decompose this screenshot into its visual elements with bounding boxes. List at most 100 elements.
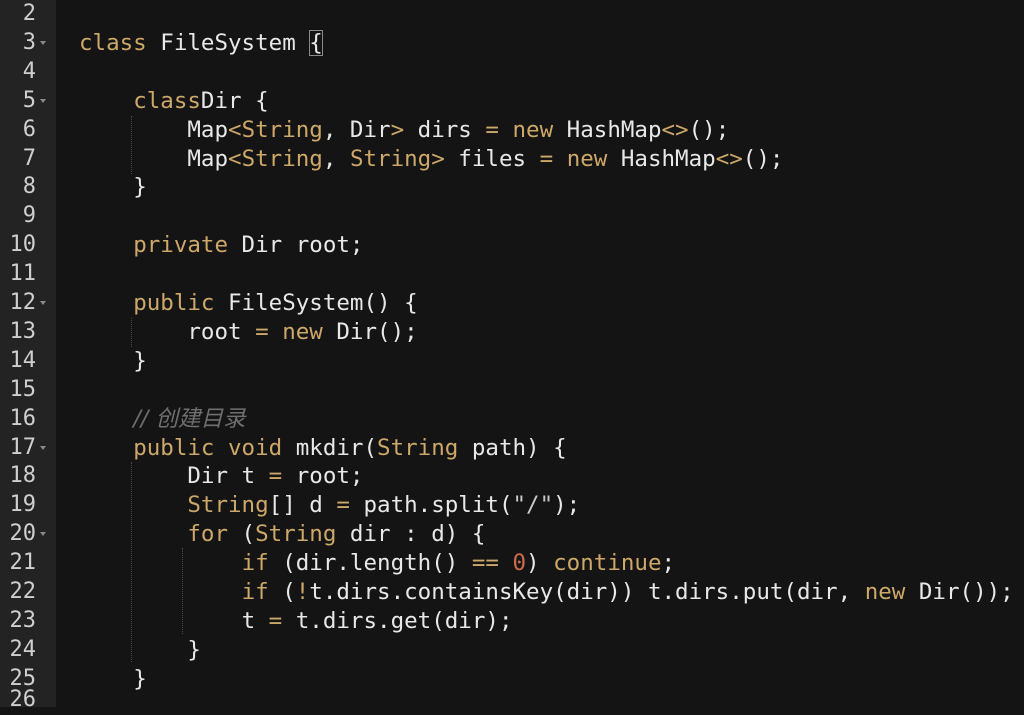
code-token: dirs [404,116,486,143]
fold-arrow-icon[interactable] [40,98,46,103]
code-text: private Dir root; [79,231,363,260]
operator: = [336,492,350,519]
code-token: mkdir( [282,434,378,461]
operator: = [255,318,269,345]
line-number: 26 [9,687,37,712]
keyword: if [241,550,269,577]
fold-arrow-icon[interactable] [40,40,46,45]
code-line-10: 10 private Dir root; [0,231,1024,260]
line-number: 23 [9,607,37,633]
code-token: (); [688,116,730,143]
line-number: 17 [9,434,37,460]
code-token: HashMap [553,116,662,143]
line-number: 5 [22,87,36,113]
line-number: 10 [9,232,37,258]
code-text: root = new Dir(); [79,318,418,347]
code-text: t = t.dirs.get(dir); [79,607,513,636]
line-number: 8 [22,174,36,200]
code-editor[interactable]: 2 3 class FileSystem { 4 5 classDir { 6 … [0,0,1024,712]
code-text: if (dir.length() == 0) continue; [79,549,676,578]
code-line-13: 13 root = new Dir(); [0,318,1024,347]
code-token: t.dirs.containsKey(dir)) t.dirs.put(dir, [309,579,865,605]
code-token: path.split( [349,492,513,519]
type: String [349,145,432,172]
keyword: if [241,579,269,605]
code-token: } [133,347,147,374]
keyword: void [228,434,283,461]
comment: // 创建目录 [133,405,246,432]
code-token: (); [742,145,784,172]
number-literal: 0 [512,550,527,577]
code-text: } [79,347,147,376]
line-number: 11 [9,261,37,287]
code-line-8: 8 } [0,173,1024,202]
code-token: root; [282,463,364,490]
code-line-11: 11 [0,260,1024,289]
code-text: class FileSystem { [79,29,323,58]
operator: < [228,145,242,172]
operator: = [539,145,554,172]
line-number: 16 [9,405,37,431]
operator: = [268,463,283,490]
keyword: class [79,29,147,56]
code-token: } [187,636,201,663]
code-line-12: 12 public FileSystem() { [0,289,1024,318]
line-number: 20 [9,521,37,547]
fold-arrow-icon[interactable] [40,532,46,537]
code-line-18: 18 Dir t = root; [0,462,1024,491]
code-token: Dir root; [228,232,364,259]
line-number: 24 [9,636,37,662]
code-line-5: 5 classDir { [0,87,1024,116]
line-number: 21 [9,550,37,576]
code-token: ( [268,579,296,605]
code-token: path) { [458,434,567,461]
code-text: for (String dir : d) { [79,520,485,549]
code-token: root [187,318,256,345]
code-token: } [133,174,147,201]
code-text: Map<String, Dir> dirs = new HashMap<>(); [79,116,729,145]
type: String [241,145,323,172]
line-number: 22 [9,579,37,604]
fold-arrow-icon[interactable] [40,301,46,305]
keyword: continue [553,550,662,577]
code-token: Dir(); [322,318,418,345]
operator: ! [295,579,310,605]
code-token: (dir.length() [268,550,472,577]
code-token: dir : d) { [336,521,486,548]
code-line-22: 22 if (!t.dirs.containsKey(dir)) t.dirs.… [0,578,1024,607]
keyword: private [133,232,229,259]
operator: <> [661,116,689,143]
code-token: Dir()); [905,579,1014,605]
operator: < [228,116,242,143]
code-token: files [444,145,540,172]
code-text: Dir t = root; [79,462,363,491]
code-line-15: 15 [0,376,1024,405]
line-number: 9 [22,203,36,229]
code-token: Dir { [200,87,269,114]
fold-arrow-icon[interactable] [40,445,46,450]
code-line-14: 14 } [0,347,1024,376]
code-line-23: 23 t = t.dirs.get(dir); [0,607,1024,636]
code-line-6: 6 Map<String, Dir> dirs = new HashMap<>(… [0,116,1024,145]
operator: <> [715,145,743,172]
operator: = [268,607,283,634]
type: String [377,434,459,461]
code-line-24: 24 } [0,636,1024,665]
code-text: Map<String, String> files = new HashMap<… [79,145,783,174]
code-line-21: 21 if (dir.length() == 0) continue; [0,549,1024,578]
keyword: new [566,145,608,172]
line-number: 13 [9,318,37,344]
code-token: [] d [268,492,337,519]
line-number: 7 [22,145,36,171]
code-line-17: 17 public void mkdir(String path) { [0,434,1024,463]
line-number: 18 [9,463,37,489]
code-token: ) [526,550,554,577]
keyword: new [864,579,906,605]
code-token: Map [187,116,229,143]
code-text: } [79,636,201,665]
line-number: 2 [22,1,36,26]
keyword: new [512,116,554,143]
